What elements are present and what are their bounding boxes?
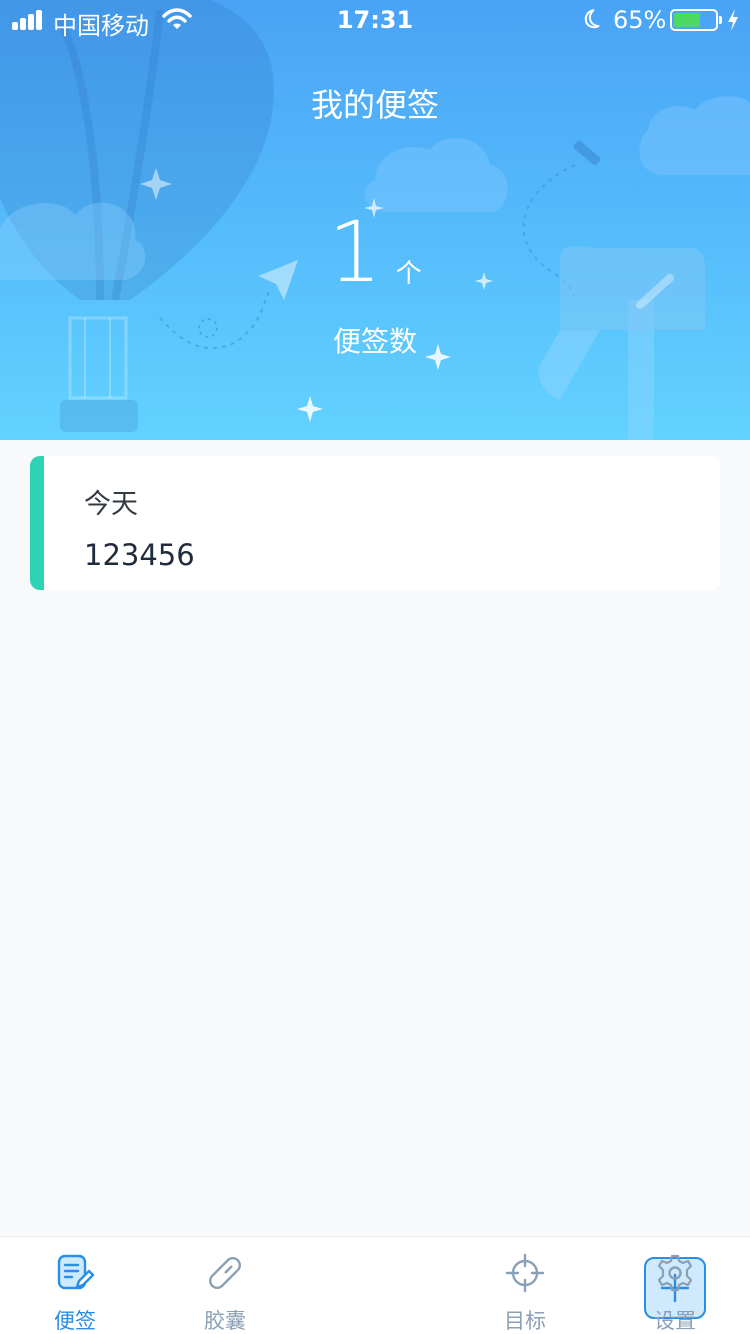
tab-goals[interactable]: 目标 xyxy=(450,1237,600,1334)
tab-capsule-label: 胶囊 xyxy=(204,1309,246,1333)
tab-goals-label: 目标 xyxy=(504,1309,546,1333)
note-count-number: 1 xyxy=(328,203,382,301)
tab-notes[interactable]: 便签 xyxy=(0,1237,150,1334)
battery-level-fill xyxy=(674,13,700,27)
note-color-strip xyxy=(30,456,44,590)
note-content: 123456 xyxy=(84,538,195,572)
tab-settings[interactable]: 设置 xyxy=(600,1237,750,1334)
battery-icon xyxy=(670,9,722,31)
tab-notes-label: 便签 xyxy=(54,1309,96,1333)
charging-bolt-icon xyxy=(728,9,738,31)
note-count-label: 便签数 xyxy=(332,325,417,358)
note-card[interactable]: 今天 123456 xyxy=(30,456,720,590)
gear-icon xyxy=(657,1254,693,1292)
header-hero: 中国移动 17:31 65% 我的便签 1个 便签数 xyxy=(0,0,750,440)
page-title: 我的便签 xyxy=(310,86,439,124)
target-icon xyxy=(505,1253,545,1293)
status-bar: 中国移动 17:31 65% xyxy=(0,0,750,40)
do-not-disturb-moon-icon xyxy=(584,9,600,29)
tab-capsule[interactable]: 胶囊 xyxy=(150,1237,300,1334)
tab-add[interactable] xyxy=(300,1237,706,1334)
note-date: 今天 xyxy=(84,489,138,520)
note-count-display: 1个 xyxy=(0,204,750,300)
note-count-unit: 个 xyxy=(395,259,422,289)
battery-percent: 65% xyxy=(613,6,667,34)
tab-settings-label: 设置 xyxy=(654,1309,696,1333)
capsule-icon xyxy=(209,1257,241,1289)
note-edit-icon xyxy=(57,1254,95,1290)
bottom-tab-bar: 便签 胶囊 目标 设置 xyxy=(0,1236,750,1334)
